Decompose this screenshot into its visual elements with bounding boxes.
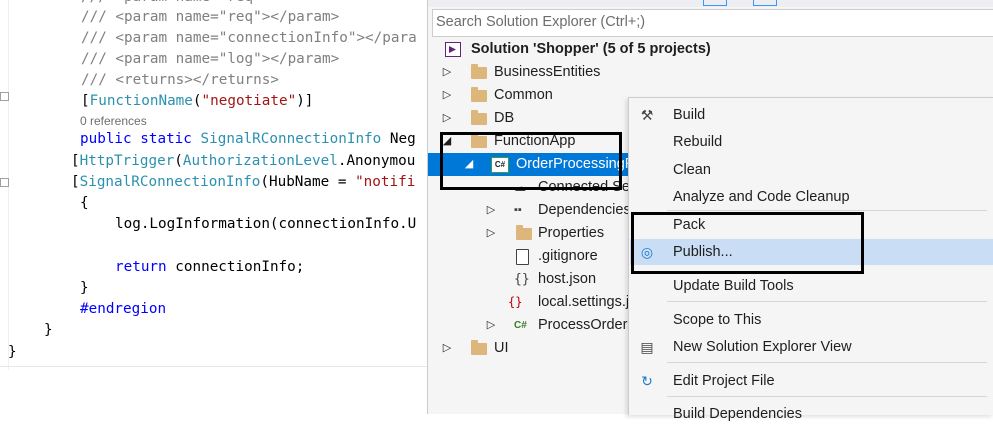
build-icon: ⚒	[640, 107, 654, 123]
menu-item-rebuild[interactable]: Rebuild	[630, 129, 993, 155]
tree-item-businessentities[interactable]: ▷ BusinessEntities	[428, 61, 993, 84]
menu-separator	[667, 396, 987, 397]
code-line: /// <returns></returns>	[81, 72, 279, 88]
tree-item-label: Properties	[538, 225, 605, 241]
properties-folder-icon	[516, 225, 532, 240]
expand-arrow-icon[interactable]: ▷	[485, 314, 497, 337]
menu-item-edit-project-file[interactable]: ↻ Edit Project File	[630, 368, 993, 394]
json-file-icon: {}	[514, 272, 530, 287]
menu-item-new-solution-explorer-view[interactable]: ▤ New Solution Explorer View	[630, 334, 993, 360]
code-line: public static SignalRConnectionInfo Neg	[80, 131, 416, 147]
menu-item-build[interactable]: ⚒ Build	[630, 102, 993, 128]
csharp-file-icon: C#	[514, 320, 527, 331]
expand-arrow-icon[interactable]: ▷	[441, 84, 453, 107]
menu-item-label: Update Build Tools	[673, 278, 794, 294]
toolbar-button[interactable]	[703, 0, 727, 6]
code-line: /// <param name="log"></param>	[81, 51, 340, 67]
outline-marker[interactable]	[0, 92, 9, 101]
menu-item-label: Build	[673, 107, 706, 123]
menu-item-build-dependencies[interactable]: Build Dependencies	[630, 401, 993, 427]
annotation-highlight-box	[631, 212, 864, 274]
new-view-icon: ▤	[640, 339, 654, 355]
tree-item-label: Solution 'Shopper' (5 of 5 projects)	[471, 41, 711, 57]
tree-item-solution[interactable]: Solution 'Shopper' (5 of 5 projects)	[428, 38, 993, 61]
file-icon	[516, 249, 529, 265]
code-line: /// <param name="req"></param>	[81, 9, 340, 25]
code-line: log.LogInformation(connectionInfo.U	[115, 216, 417, 232]
editor-horizontal-scrollbar[interactable]	[0, 366, 427, 385]
tree-item-label: local.settings.j	[538, 294, 630, 310]
expand-arrow-icon[interactable]: ▷	[441, 107, 453, 130]
solution-explorer-toolbar	[428, 0, 993, 7]
menu-separator	[667, 362, 987, 363]
code-line: [SignalRConnectionInfo(HubName = "notifi	[71, 174, 416, 190]
code-editor[interactable]: /// <param name="req" /// <param name="r…	[0, 0, 427, 414]
tree-item-label: DB	[494, 110, 515, 126]
code-line: }	[80, 280, 89, 296]
code-line: /// <param name="connectionInfo"></para	[81, 30, 417, 46]
search-input[interactable]: Search Solution Explorer (Ctrl+;)	[432, 9, 993, 37]
code-line: }	[8, 344, 17, 360]
tree-item-label: ProcessOrder.	[538, 317, 631, 333]
menu-item-scope-to-this[interactable]: Scope to This	[630, 307, 993, 333]
code-line: {	[80, 195, 89, 211]
folder-icon	[471, 110, 487, 125]
tree-item-label: UI	[494, 340, 509, 356]
code-line: return connectionInfo;	[115, 259, 305, 275]
solution-icon	[445, 42, 461, 57]
excluded-json-file-icon: {}	[508, 295, 523, 309]
menu-item-clean[interactable]: Clean	[630, 157, 993, 183]
code-line: [HttpTrigger(AuthorizationLevel.Anonymou	[71, 153, 416, 169]
code-line: }	[44, 322, 53, 338]
folder-icon	[471, 64, 487, 79]
menu-item-label: New Solution Explorer View	[673, 339, 852, 355]
search-placeholder: Search Solution Explorer (Ctrl+;)	[436, 14, 646, 30]
dependencies-icon: ▪▪	[514, 204, 522, 216]
menu-separator	[667, 301, 987, 302]
menu-item-label: Edit Project File	[673, 373, 775, 389]
menu-item-label: Analyze and Code Cleanup	[673, 189, 850, 205]
menu-separator	[667, 210, 987, 211]
code-line: #endregion	[80, 301, 167, 317]
menu-item-label: Build Dependencies	[673, 406, 802, 422]
folder-icon	[471, 340, 487, 355]
menu-item-update-build-tools[interactable]: Update Build Tools	[630, 273, 993, 299]
tree-item-label: Dependencies	[538, 202, 631, 218]
code-line: [FunctionName("negotiate")]	[81, 93, 314, 109]
tree-item-label: BusinessEntities	[494, 64, 601, 80]
menu-item-label: Rebuild	[673, 134, 723, 150]
menu-item-label: Clean	[673, 162, 711, 178]
tree-item-label: Common	[494, 87, 553, 103]
folder-icon	[471, 87, 487, 102]
edit-refresh-icon: ↻	[641, 373, 653, 389]
menu-item-label: Scope to This	[673, 312, 762, 328]
outline-marker[interactable]	[0, 178, 9, 187]
tree-item-label: .gitignore	[538, 248, 598, 264]
tree-item-label: host.json	[538, 271, 597, 287]
menu-item-analyze[interactable]: Analyze and Code Cleanup	[630, 184, 993, 210]
expand-arrow-icon[interactable]: ▷	[485, 222, 497, 245]
annotation-highlight-box	[440, 132, 622, 190]
expand-arrow-icon[interactable]: ▷	[485, 199, 497, 222]
toolbar-button[interactable]	[753, 0, 777, 6]
expand-arrow-icon[interactable]: ▷	[441, 337, 453, 360]
expand-arrow-icon[interactable]: ▷	[441, 61, 453, 84]
